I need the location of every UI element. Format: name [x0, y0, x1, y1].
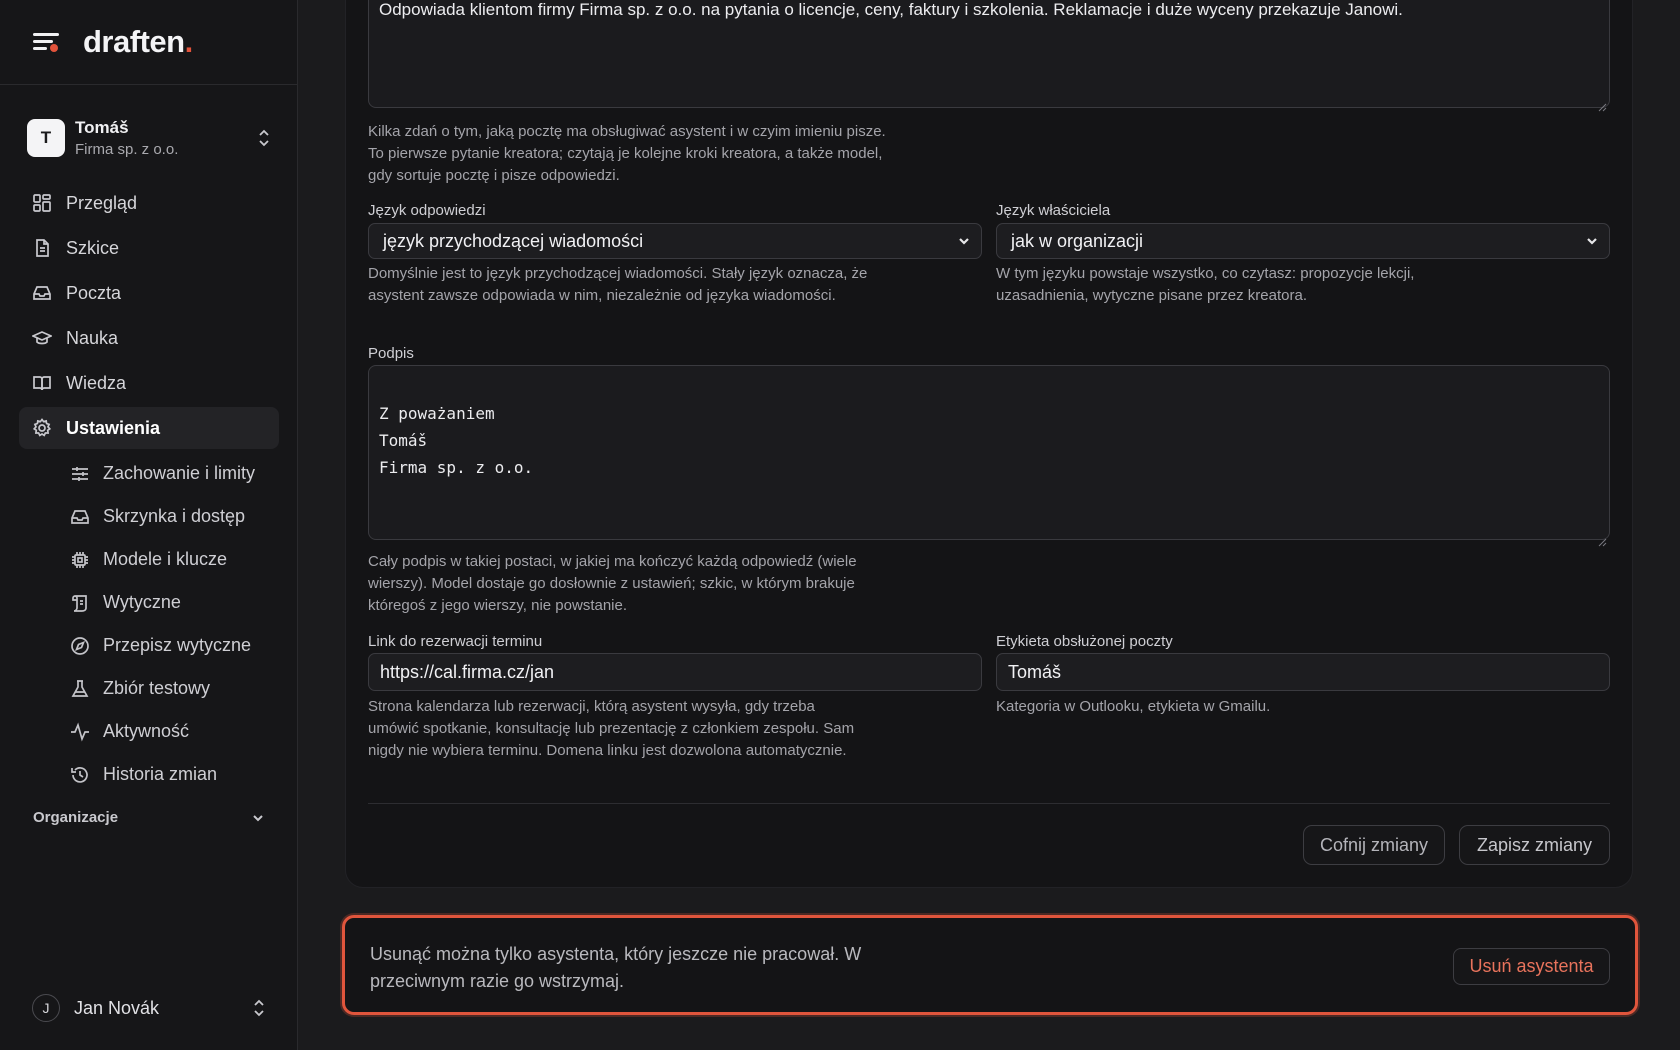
sliders-icon [72, 466, 88, 481]
subnav-item-skrzynka[interactable]: Skrzynka i dostęp [19, 495, 279, 538]
subnav-label: Historia zmian [103, 764, 218, 784]
menu-icon[interactable] [33, 31, 59, 53]
main-nav: Przegląd Szkice Poczta Nauka Wiedza Usta… [19, 182, 279, 796]
form-divider [368, 803, 1610, 804]
dashboard-icon [33, 194, 51, 212]
subnav-item-wytyczne[interactable]: Wytyczne [19, 581, 279, 624]
subnav-item-historia[interactable]: Historia zmian [19, 753, 279, 796]
nav-item-przeglad[interactable]: Przegląd [19, 182, 279, 224]
danger-zone: Usunąć można tylko asystenta, który jesz… [342, 915, 1638, 1015]
nav-item-label: Przegląd [66, 192, 138, 213]
chevron-up-down-icon [252, 999, 266, 1017]
nav-item-wiedza[interactable]: Wiedza [19, 362, 279, 404]
signature-help: Cały podpis w takiej postaci, w jakiej m… [368, 553, 857, 614]
description-textarea[interactable]: Odpowiada klientom firmy Firma sp. z o.o… [368, 0, 1610, 112]
reply-language-help: Domyślnie jest to język przychodzącej wi… [368, 265, 868, 304]
subnav-item-zachowanie[interactable]: Zachowanie i limity [19, 452, 279, 495]
subnav-label: Zachowanie i limity [103, 463, 256, 483]
subnav-item-modele[interactable]: Modele i klucze [19, 538, 279, 581]
compass-icon [71, 636, 89, 655]
nav-item-nauka[interactable]: Nauka [19, 317, 279, 359]
subnav-label: Modele i klucze [103, 549, 228, 569]
booking-link-label: Link do rezerwacji terminu [368, 633, 543, 650]
signature-textarea[interactable]: Z poważaniem Tomáš Firma sp. z o.o. [368, 365, 1610, 547]
book-icon [33, 376, 51, 391]
subnav-label: Przepisz wytyczne [103, 635, 252, 655]
nav-item-szkice[interactable]: Szkice [19, 227, 279, 269]
resize-handle-icon[interactable] [1598, 96, 1607, 112]
flask-icon [71, 679, 89, 697]
nav-item-ustawienia[interactable]: Ustawienia [19, 407, 279, 449]
danger-text: Usunąć można tylko asystenta, który jesz… [370, 944, 862, 991]
activity-icon [71, 721, 89, 742]
gear-icon [32, 418, 52, 437]
account-org: Firma sp. z o.o. [75, 141, 179, 158]
user-avatar: J [32, 994, 60, 1022]
signature-label: Podpis [368, 345, 414, 362]
inbox-icon [71, 509, 89, 524]
subnav-label: Skrzynka i dostęp [103, 506, 246, 526]
graduation-cap-icon [32, 331, 52, 345]
user-menu[interactable]: J Jan Novák [32, 994, 266, 1022]
delete-assistant-button[interactable]: Usuń asystenta [1453, 948, 1610, 985]
sidebar: draften. T Tomáš Firma sp. z o.o. Przegl… [0, 0, 298, 1050]
owner-language-select[interactable]: jak w organizacji [996, 223, 1610, 259]
reply-language-value: język przychodzącej wiadomości [383, 230, 644, 251]
account-avatar: T [27, 119, 65, 157]
reply-language-label: Język odpowiedzi [368, 202, 486, 219]
history-icon [71, 766, 88, 783]
owner-language-label: Język właściciela [996, 202, 1111, 219]
settings-subnav: Zachowanie i limity Skrzynka i dostęp Mo… [19, 452, 279, 796]
document-icon [36, 239, 49, 257]
user-name: Jan Novák [74, 997, 160, 1018]
resize-handle-icon[interactable] [1598, 528, 1607, 547]
subnav-label: Wytyczne [103, 592, 181, 612]
nav-item-label: Nauka [66, 327, 119, 348]
subnav-label: Aktywność [103, 721, 190, 741]
organizations-label: Organizacje [33, 809, 119, 826]
signature-value: Z poważaniem Tomáš Firma sp. z o.o. [379, 404, 534, 477]
account-name: Tomáš [75, 118, 129, 137]
subnav-item-przepisz[interactable]: Przepisz wytyczne [19, 624, 279, 667]
nav-item-label: Ustawienia [66, 417, 161, 438]
owner-language-help: W tym języku powstaje wszystko, co czyta… [996, 265, 1415, 304]
inbox-icon [33, 286, 51, 300]
handled-label-input[interactable]: Tomáš [996, 653, 1610, 691]
nav-item-label: Poczta [66, 282, 122, 303]
nav-item-poczta[interactable]: Poczta [19, 272, 279, 314]
description-value: Odpowiada klientom firmy Firma sp. z o.o… [379, 0, 1403, 19]
scroll-icon [72, 594, 87, 612]
account-switcher[interactable]: T Tomáš Firma sp. z o.o. [27, 114, 271, 162]
chevron-down-icon [253, 814, 263, 821]
nav-item-label: Wiedza [66, 372, 127, 393]
brand-header: draften. [0, 0, 297, 85]
handled-label-help: Kategoria w Outlooku, etykieta w Gmailu. [996, 698, 1271, 715]
booking-link-input[interactable]: https://cal.firma.cz/jan [368, 653, 982, 691]
chevron-up-down-icon [257, 129, 271, 147]
logo[interactable]: draften. [83, 24, 193, 60]
chevron-down-icon [959, 238, 969, 245]
nav-item-label: Szkice [66, 237, 120, 258]
subnav-item-aktywnosc[interactable]: Aktywność [19, 710, 279, 753]
organizations-section[interactable]: Organizacje [33, 809, 265, 826]
save-button[interactable]: Zapisz zmiany [1459, 825, 1610, 865]
handled-label-label: Etykieta obsłużonej poczty [996, 633, 1173, 650]
chip-icon [72, 551, 88, 568]
booking-link-help: Strona kalendarza lub rezerwacji, którą … [368, 698, 855, 759]
subnav-item-zbior[interactable]: Zbiór testowy [19, 667, 279, 710]
reply-language-select[interactable]: język przychodzącej wiadomości [368, 223, 982, 259]
subnav-label: Zbiór testowy [103, 678, 211, 698]
chevron-down-icon [1587, 238, 1597, 245]
revert-button[interactable]: Cofnij zmiany [1303, 825, 1445, 865]
description-help: Kilka zdań o tym, jaką pocztę ma obsługi… [368, 123, 886, 184]
owner-language-value: jak w organizacji [1011, 230, 1144, 251]
